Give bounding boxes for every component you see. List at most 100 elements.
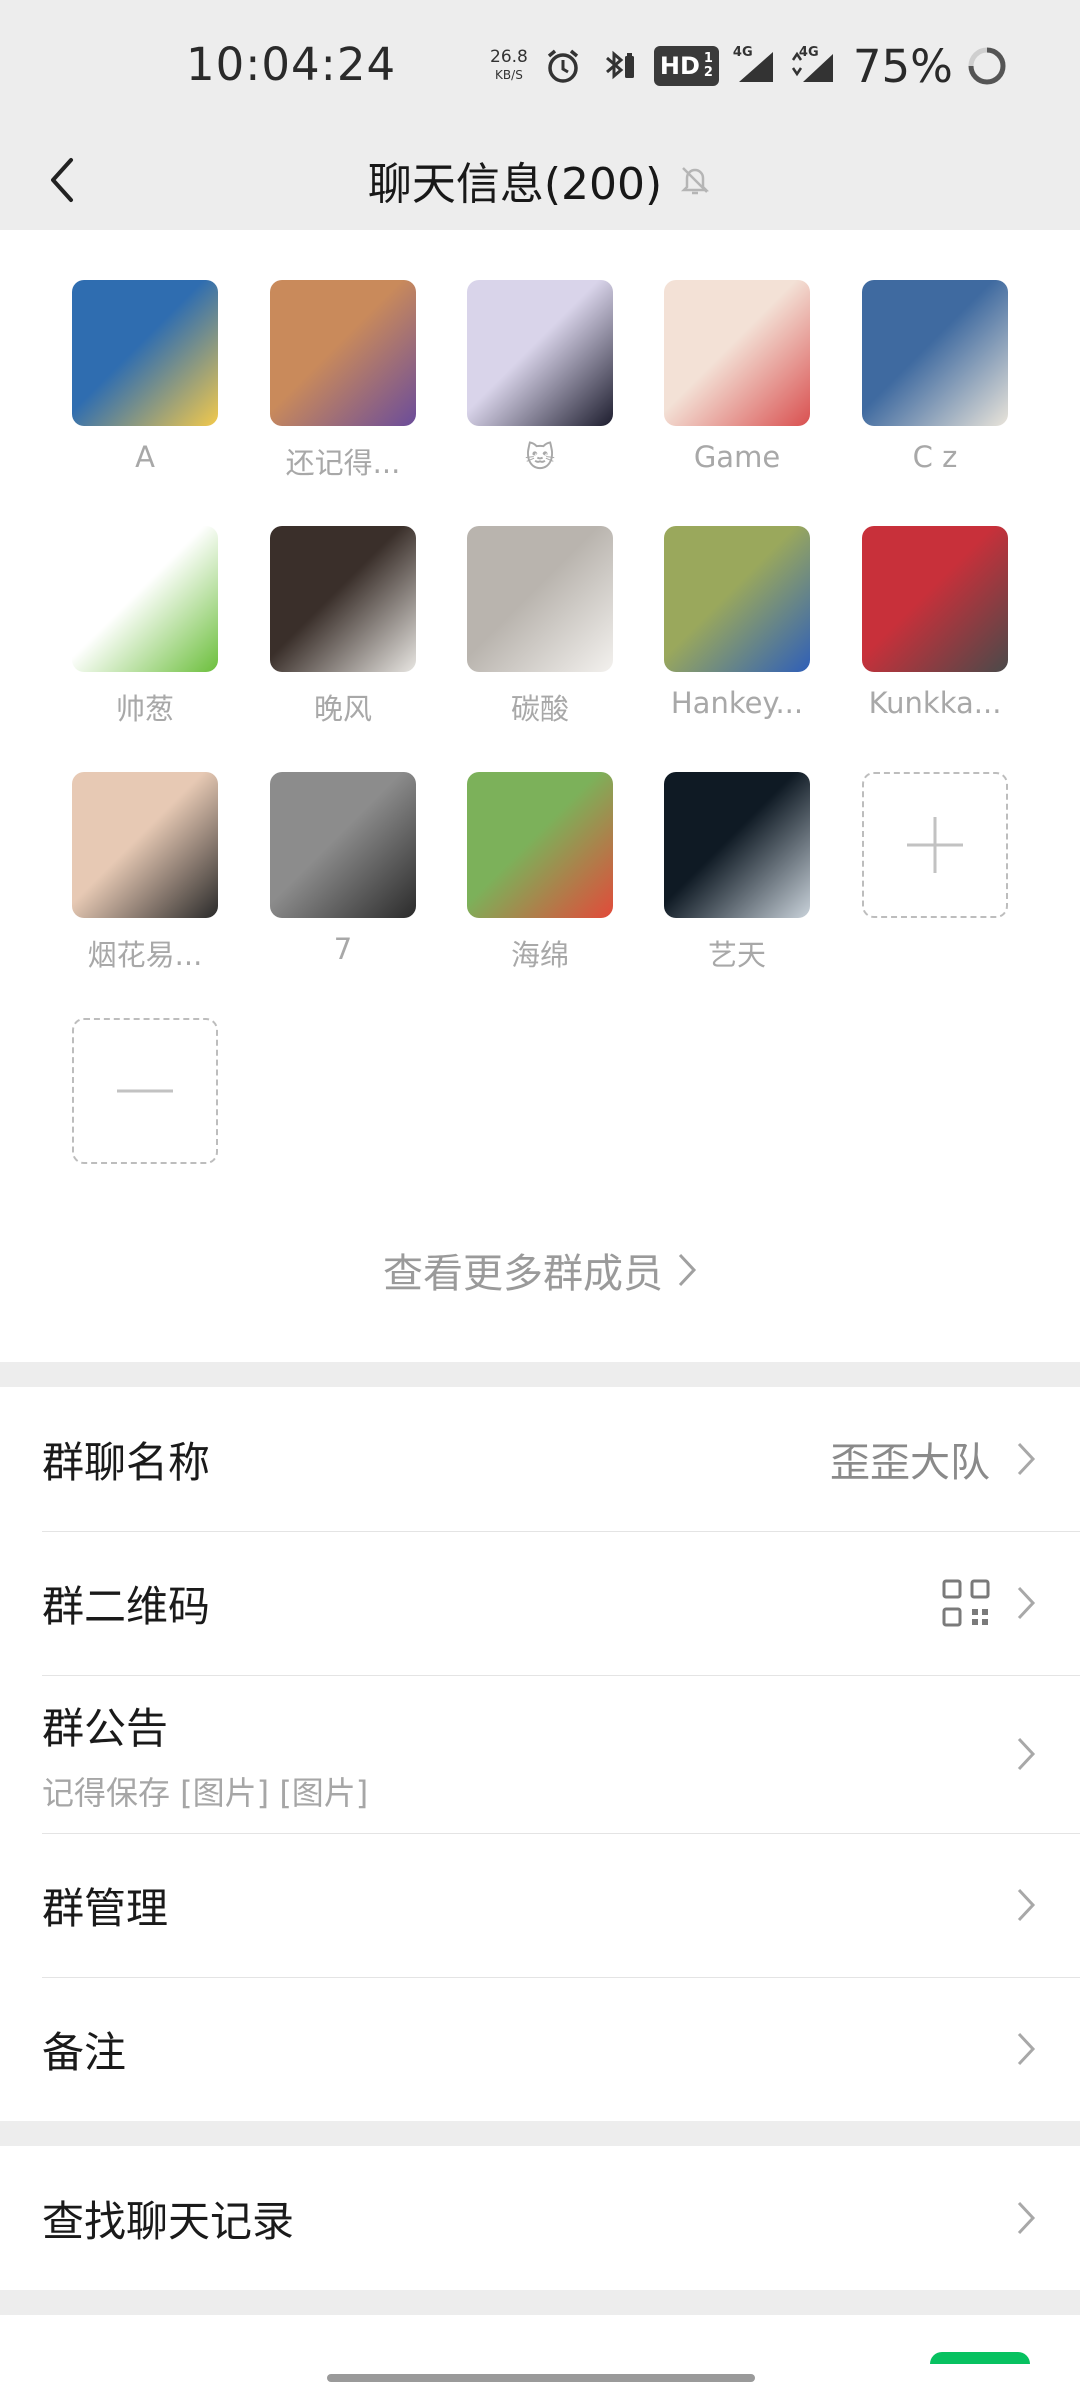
avatar[interactable] (862, 280, 1008, 426)
remark-right (1016, 2031, 1036, 2067)
hd-fraction: 1 2 (704, 52, 713, 80)
member-item[interactable]: Hankey... (664, 526, 810, 720)
status-icons: 26.8 KB/S HD 1 2 4G 4G 75% (490, 36, 1007, 96)
next-section-peek (0, 2315, 1080, 2400)
network-type-1: 4G (732, 45, 753, 60)
status-bar: 10:04:24 26.8 KB/S HD 1 2 4G 4G 75% (0, 0, 1080, 130)
member-item[interactable]: 海绵 (467, 772, 613, 974)
hd-voice-badge: HD 1 2 (653, 46, 719, 86)
group-announcement-label: 群公告 (42, 1703, 169, 1753)
chevron-right-icon (1017, 1442, 1036, 1476)
member-item[interactable]: 晚风 (270, 526, 416, 728)
member-name: 海绵 (510, 938, 569, 972)
avatar[interactable] (467, 772, 613, 918)
remove-member[interactable] (72, 1018, 218, 1164)
avatar[interactable] (664, 526, 810, 672)
group-name-row[interactable]: 群聊名称 歪歪大队 (0, 1387, 1080, 1531)
member-name: Game (693, 440, 781, 474)
group-settings-section: 群聊名称 歪歪大队 群二维码 群公告 记得保存 [图片] [图片] 群管理 备注 (0, 1387, 1080, 2121)
chevron-right-icon (678, 1253, 697, 1287)
avatar[interactable] (270, 526, 416, 672)
member-name: 7 (333, 932, 353, 966)
avatar[interactable] (862, 526, 1008, 672)
member-name: 艺天 (707, 938, 766, 972)
member-item[interactable]: 7 (270, 772, 416, 966)
member-name: Kunkka... (868, 686, 1002, 720)
member-item[interactable]: Kunkka... (862, 526, 1008, 720)
search-section: 查找聊天记录 (0, 2146, 1080, 2290)
search-history-right (1016, 2200, 1036, 2236)
qr-code-icon (942, 1579, 990, 1627)
network-speed-unit: KB/S (495, 68, 523, 82)
member-name: A (135, 440, 155, 474)
minus-icon (117, 1089, 173, 1093)
network-speed-value: 26.8 (490, 47, 528, 67)
view-more-members-label: 查看更多群成员 (383, 1251, 663, 1297)
hd-sub-bottom: 2 (703, 65, 713, 80)
battery-ring-icon (968, 47, 1006, 85)
remark-row[interactable]: 备注 (0, 1977, 1080, 2121)
member-name: 🐱 (524, 440, 556, 474)
member-item[interactable]: 还记得... (270, 280, 416, 482)
chevron-right-icon (1017, 2032, 1036, 2066)
bluetooth-battery-icon (598, 45, 640, 87)
page-title: 聊天信息(200) (367, 159, 663, 210)
avatar[interactable] (270, 772, 416, 918)
chevron-right-icon (1017, 1737, 1036, 1771)
group-manage-right (1016, 1887, 1036, 1923)
add-member[interactable] (862, 772, 1008, 918)
member-item[interactable]: A (72, 280, 218, 474)
status-time: 10:04:24 (186, 38, 397, 91)
member-name: 帅葱 (115, 692, 174, 726)
back-button[interactable] (30, 140, 94, 220)
group-name-right: 歪歪大队 (830, 1430, 1036, 1488)
home-indicator[interactable] (327, 2374, 755, 2382)
battery-percent: 75% (852, 39, 953, 93)
hd-label: HD (659, 52, 700, 80)
member-item[interactable]: 🐱 (467, 280, 613, 474)
member-name: 还记得... (285, 446, 401, 480)
hd-sub-top: 1 (703, 51, 713, 66)
avatar[interactable] (664, 772, 810, 918)
member-name: Hankey... (670, 686, 804, 720)
member-name: 晚风 (313, 692, 372, 726)
avatar[interactable] (664, 280, 810, 426)
view-more-members-link[interactable]: 查看更多群成员 (0, 1230, 1080, 1310)
member-item[interactable]: 碳酸 (467, 526, 613, 728)
search-history-label: 查找聊天记录 (42, 2196, 295, 2246)
group-manage-row[interactable]: 群管理 (0, 1833, 1080, 1977)
avatar[interactable] (467, 526, 613, 672)
group-qr-label: 群二维码 (42, 1581, 211, 1631)
signal-4g-icon-2: 4G (791, 45, 835, 87)
member-item[interactable]: Game (664, 280, 810, 474)
group-name-value: 歪歪大队 (830, 1440, 990, 1486)
remark-label: 备注 (42, 2027, 127, 2077)
group-qr-right (942, 1579, 1036, 1627)
avatar[interactable] (72, 772, 218, 918)
avatar[interactable] (270, 280, 416, 426)
mute-bell-icon (681, 167, 710, 195)
group-announcement-right (1016, 1736, 1036, 1772)
avatar[interactable] (72, 280, 218, 426)
chevron-right-icon (1017, 1888, 1036, 1922)
member-name: 碳酸 (510, 692, 569, 726)
toggle-switch-peek[interactable] (930, 2352, 1030, 2364)
group-qr-row[interactable]: 群二维码 (0, 1531, 1080, 1675)
remove-member-box[interactable] (72, 1018, 218, 1164)
avatar[interactable] (467, 280, 613, 426)
search-history-row[interactable]: 查找聊天记录 (0, 2146, 1080, 2290)
member-item[interactable]: 烟花易... (72, 772, 218, 974)
avatar[interactable] (72, 526, 218, 672)
group-announcement-preview: 记得保存 [图片] [图片] (42, 1773, 369, 1812)
signal-4g-icon: 4G (733, 45, 777, 87)
group-announcement-row[interactable]: 群公告 记得保存 [图片] [图片] (0, 1675, 1080, 1833)
alarm-icon (542, 45, 584, 87)
group-announcement-text: 群公告 记得保存 [图片] [图片] (42, 1695, 368, 1814)
member-item[interactable]: C z (862, 280, 1008, 474)
group-manage-label: 群管理 (42, 1883, 169, 1933)
nav-header: 聊天信息(200) (0, 130, 1080, 230)
member-item[interactable]: 帅葱 (72, 526, 218, 728)
members-panel: A 还记得... 🐱 Game C z 帅葱 晚风 碳酸 Hankey... Kunkka... 烟… (0, 230, 1080, 1362)
add-member-box[interactable] (862, 772, 1008, 918)
member-item[interactable]: 艺天 (664, 772, 810, 974)
